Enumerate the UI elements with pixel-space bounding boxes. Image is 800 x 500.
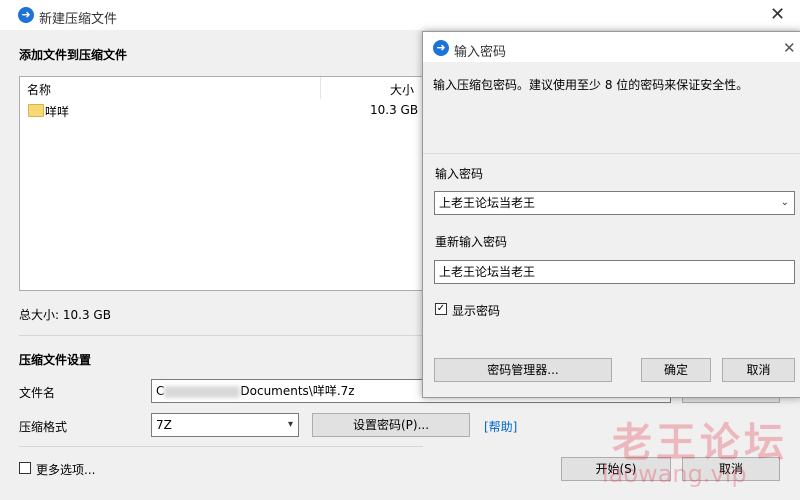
close-icon[interactable]: ✕ (770, 6, 785, 24)
watermark: 老王论坛 laowang.vip (602, 410, 788, 488)
reenter-password-label: 重新输入密码 (435, 235, 508, 249)
filename-prefix: C (156, 384, 165, 398)
password-dialog: ➜ 输入密码 ✕ 输入压缩包密码。建议使用至少 8 位的密码来保证安全性。 输入… (422, 31, 800, 398)
column-header-size[interactable]: 大小 (390, 81, 414, 98)
app-logo-icon: ➜ (18, 7, 34, 23)
password-manager-button[interactable]: 密码管理器... (434, 358, 612, 382)
app-logo-icon: ➜ (433, 40, 449, 56)
list-item[interactable]: 咩咩 10.3 GB (20, 99, 424, 121)
reenter-password-input[interactable]: 上老王论坛当老王 (434, 260, 795, 284)
format-select[interactable]: 7Z ▾ (151, 413, 299, 437)
password-input[interactable]: 上老王论坛当老王 ⌄ (434, 191, 795, 215)
add-files-section-title: 添加文件到压缩文件 (19, 48, 128, 62)
close-icon[interactable]: ✕ (783, 39, 796, 57)
total-size-label: 总大小: 10.3 GB (19, 308, 111, 322)
file-name: 咩咩 (45, 105, 70, 119)
password-label: 输入密码 (435, 167, 484, 181)
reenter-password-value: 上老王论坛当老王 (439, 265, 536, 279)
file-size: 10.3 GB (370, 103, 419, 117)
filename-label: 文件名 (19, 386, 56, 400)
cancel-button[interactable]: 取消 (722, 358, 795, 382)
filename-value: Documents\咩咩.7z (240, 384, 355, 398)
format-value: 7Z (156, 418, 172, 432)
file-list[interactable]: 名称 大小 咩咩 10.3 GB (19, 76, 425, 291)
more-options-checkbox[interactable] (19, 462, 31, 474)
dialog-title-bar[interactable]: ➜ 输入密码 ✕ (423, 32, 800, 62)
show-password-checkbox[interactable]: ✓ (435, 303, 447, 315)
chevron-down-icon[interactable]: ⌄ (781, 192, 789, 214)
main-window-title: 新建压缩文件 (39, 12, 118, 27)
divider (19, 446, 423, 447)
set-password-button[interactable]: 设置密码(P)... (312, 413, 470, 437)
password-value: 上老王论坛当老王 (439, 196, 536, 210)
divider (19, 335, 423, 336)
ok-button[interactable]: 确定 (641, 358, 711, 382)
column-divider[interactable] (320, 77, 321, 99)
archive-settings-title: 压缩文件设置 (19, 353, 92, 367)
column-header-name[interactable]: 名称 (27, 81, 51, 98)
folder-icon (28, 104, 44, 117)
chevron-down-icon: ▾ (287, 419, 293, 430)
show-password-label[interactable]: 显示密码 (452, 302, 500, 319)
main-title-bar[interactable]: ➜ 新建压缩文件 ✕ (0, 0, 800, 30)
help-link[interactable]: [帮助] (484, 418, 517, 435)
password-hint: 输入压缩包密码。建议使用至少 8 位的密码来保证安全性。 (433, 78, 749, 92)
dialog-title: 输入密码 (454, 45, 507, 60)
more-options-label[interactable]: 更多选项... (36, 461, 95, 478)
divider (423, 153, 800, 154)
format-label: 压缩格式 (19, 420, 68, 434)
redacted-path-blur (164, 385, 241, 398)
